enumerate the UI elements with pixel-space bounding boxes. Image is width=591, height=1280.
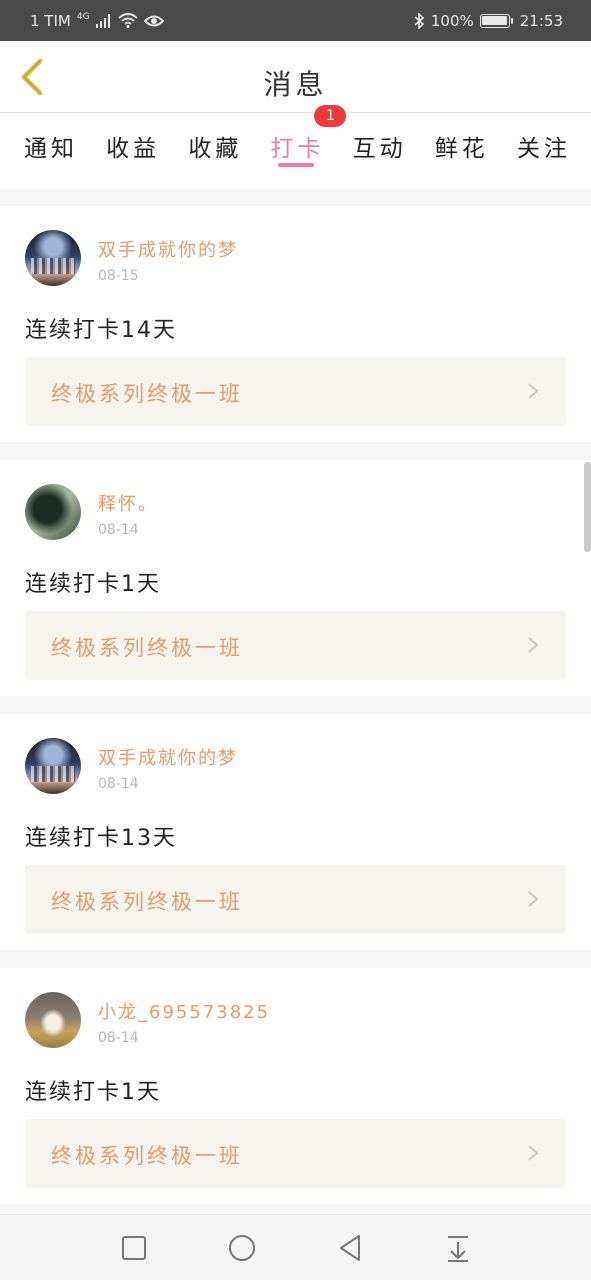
tab-label: 收藏 xyxy=(188,136,243,162)
course-name: 终极系列终极一班 xyxy=(51,890,243,914)
tab-0[interactable]: 通知 xyxy=(24,113,78,189)
bluetooth-icon xyxy=(413,12,425,29)
checkin-card: 小龙_695573825 08-14 连续打卡1天终极系列终极一班 xyxy=(0,968,591,1204)
carrier-label: 1 TIM xyxy=(30,11,71,30)
triangle-back-icon xyxy=(339,1234,360,1261)
tab-3[interactable]: 打卡 1 xyxy=(270,105,347,189)
tab-6[interactable]: 关注 xyxy=(517,113,571,189)
username[interactable]: 小龙_695573825 xyxy=(98,998,270,1024)
tab-5[interactable]: 鲜花 xyxy=(435,113,489,189)
tab-2[interactable]: 收藏 xyxy=(188,113,242,189)
username[interactable]: 双手成就你的梦 xyxy=(98,236,238,262)
notification-pull-button[interactable] xyxy=(443,1233,473,1263)
battery-fill xyxy=(482,16,508,25)
chevron-right-icon xyxy=(528,637,539,653)
post-date: 08-14 xyxy=(98,1030,139,1046)
battery-percent: 100% xyxy=(430,11,474,30)
chevron-right-icon xyxy=(528,1145,539,1161)
square-icon xyxy=(121,1235,146,1260)
course-name: 终极系列终极一班 xyxy=(51,1144,243,1168)
status-bar: 1 TIM 4G 100% 21:53 xyxy=(0,0,591,41)
course-link[interactable]: 终极系列终极一班 xyxy=(25,1119,566,1188)
checkin-card: 双手成就你的梦 08-15 连续打卡14天终极系列终极一班 xyxy=(0,206,591,442)
battery-icon xyxy=(479,13,513,28)
avatar[interactable] xyxy=(25,738,81,794)
course-name: 终极系列终极一班 xyxy=(51,382,243,406)
tab-underline xyxy=(278,163,315,167)
clock: 21:53 xyxy=(519,11,563,30)
course-link[interactable]: 终极系列终极一班 xyxy=(25,611,566,680)
course-link[interactable]: 终极系列终极一班 xyxy=(25,357,566,426)
status-left: 1 TIM 4G xyxy=(30,12,164,30)
home-button[interactable] xyxy=(227,1233,257,1263)
checkin-message: 连续打卡1天 xyxy=(25,572,161,597)
tab-label: 打卡 xyxy=(270,136,325,162)
checkin-card: 双手成就你的梦 08-14 连续打卡13天终极系列终极一班 xyxy=(0,714,591,950)
status-right: 100% 21:53 xyxy=(413,12,563,30)
checkin-message: 连续打卡13天 xyxy=(25,826,177,851)
recent-apps-button[interactable] xyxy=(119,1233,149,1263)
avatar[interactable] xyxy=(25,484,81,540)
checkin-card: 释怀。 08-14 连续打卡1天终极系列终极一班 xyxy=(0,460,591,696)
tab-label: 通知 xyxy=(24,136,78,162)
post-date: 08-14 xyxy=(98,522,139,538)
page-title: 消息 xyxy=(263,68,328,101)
post-date: 08-15 xyxy=(98,268,139,284)
avatar[interactable] xyxy=(25,230,81,286)
tab-badge: 1 xyxy=(314,105,347,127)
post-date: 08-14 xyxy=(98,776,139,792)
signal-icon xyxy=(95,13,112,28)
circle-icon xyxy=(228,1234,255,1261)
network-label: 4G xyxy=(76,11,90,22)
tab-label: 互动 xyxy=(352,136,407,162)
chevron-right-icon xyxy=(528,383,539,399)
username[interactable]: 双手成就你的梦 xyxy=(98,744,238,770)
chevron-right-icon xyxy=(528,891,539,907)
checkin-message: 连续打卡14天 xyxy=(25,318,177,343)
checkin-message: 连续打卡1天 xyxy=(25,1080,161,1105)
wifi-icon xyxy=(117,13,138,28)
course-name: 终极系列终极一班 xyxy=(51,636,243,660)
tab-label: 关注 xyxy=(516,136,571,162)
username[interactable]: 释怀。 xyxy=(98,490,158,516)
tab-label: 收益 xyxy=(106,136,161,162)
tab-4[interactable]: 互动 xyxy=(353,113,407,189)
avatar[interactable] xyxy=(25,992,81,1048)
course-link[interactable]: 终极系列终极一班 xyxy=(25,865,566,934)
scrollbar[interactable] xyxy=(584,462,591,552)
download-icon xyxy=(447,1235,468,1262)
tab-1[interactable]: 收益 xyxy=(106,113,160,189)
tab-bar: 通知 收益 收藏 打卡 1 互动 鲜花 关注 xyxy=(0,105,591,189)
header: 消息 xyxy=(0,41,591,113)
tab-label: 鲜花 xyxy=(434,136,489,162)
system-nav-bar xyxy=(0,1214,591,1280)
back-nav-button[interactable] xyxy=(335,1233,365,1263)
eye-icon xyxy=(143,14,164,28)
